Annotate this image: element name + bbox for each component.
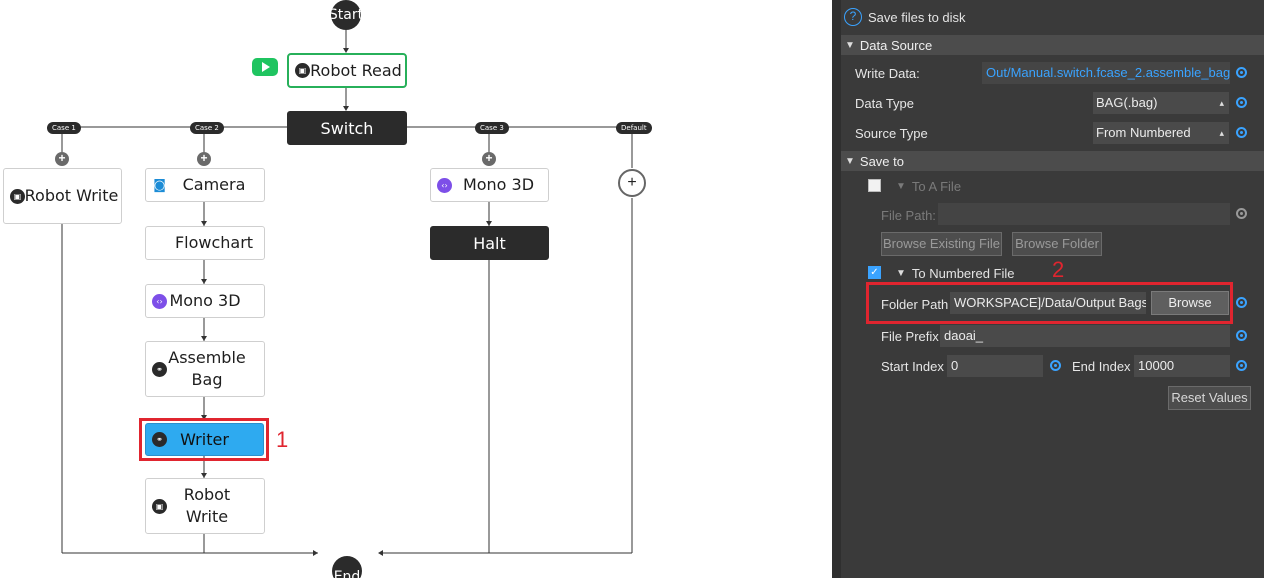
collapse-triangle-icon: ▼ xyxy=(896,181,906,192)
save-to-section-header[interactable]: ▼ Save to xyxy=(841,151,1264,171)
bind-target-icon[interactable] xyxy=(1050,360,1061,371)
connector-lines xyxy=(61,30,633,556)
flowchart-label: Flowchart xyxy=(174,233,254,252)
case-2-tag[interactable]: Case 2 xyxy=(190,122,224,134)
data-source-title: Data Source xyxy=(859,37,933,53)
bind-target-icon[interactable] xyxy=(1236,297,1247,308)
to-numbered-file-header[interactable]: ▼ To Numbered File xyxy=(896,266,1015,281)
start-label: Start xyxy=(331,7,361,23)
end-index-input[interactable]: 10000 xyxy=(1134,355,1230,377)
annotation-1: 1 xyxy=(276,427,289,452)
folder-path-label: Folder Path xyxy=(881,297,949,312)
bind-target-icon[interactable] xyxy=(1236,330,1247,341)
to-a-file-header[interactable]: ▼ To A File xyxy=(896,179,961,194)
start-index-label: Start Index xyxy=(881,359,944,374)
end-node[interactable]: End xyxy=(332,556,362,578)
bind-target-icon[interactable] xyxy=(1236,360,1247,371)
collapse-triangle-icon: ▼ xyxy=(845,155,855,167)
panel-title: Save files to disk xyxy=(868,9,966,25)
properties-panel: ? Save files to disk ▼ Data Source Write… xyxy=(832,0,1264,578)
link-icon: ⚭ xyxy=(152,361,167,377)
panel-header: ? Save files to disk xyxy=(844,6,966,28)
browse-existing-file-button[interactable]: Browse Existing File xyxy=(881,232,1002,256)
mono3d-node-case-2[interactable]: ‹› Mono 3D xyxy=(145,284,265,318)
play-icon xyxy=(262,62,270,72)
switch-node[interactable]: Switch xyxy=(287,111,407,145)
file-prefix-input[interactable]: daoai_ xyxy=(940,325,1230,347)
add-node-default[interactable]: + xyxy=(618,169,646,197)
robot-write-node-case-1[interactable]: ▣ Robot Write xyxy=(3,168,122,224)
file-path-label: File Path: xyxy=(881,208,936,223)
add-node-case-3[interactable]: + xyxy=(482,152,496,166)
end-label: End xyxy=(333,569,361,578)
mono3d-node-case-3[interactable]: ‹› Mono 3D xyxy=(430,168,549,202)
data-type-value: BAG(.bag) xyxy=(1096,95,1158,110)
flowchart-canvas[interactable]: Start ▣ Robot Read Switch Case 1 Case 2 … xyxy=(0,0,832,578)
bind-target-icon[interactable] xyxy=(1236,208,1247,219)
write-data-label: Write Data: xyxy=(855,66,920,81)
start-node[interactable]: Start xyxy=(331,0,361,30)
annotation-2: 2 xyxy=(1052,257,1065,282)
add-node-case-1[interactable]: + xyxy=(55,152,69,166)
case-1-tag[interactable]: Case 1 xyxy=(47,122,81,134)
play-button[interactable] xyxy=(252,58,278,76)
to-numbered-file-label: To Numbered File xyxy=(911,266,1015,281)
browse-folder-button[interactable]: Browse Folder xyxy=(1012,232,1102,256)
bind-target-icon[interactable] xyxy=(1236,127,1247,138)
help-icon[interactable]: ? xyxy=(844,8,862,26)
reset-values-button[interactable]: Reset Values xyxy=(1168,386,1251,410)
add-node-case-2[interactable]: + xyxy=(197,152,211,166)
flowchart-node[interactable]: Flowchart xyxy=(145,226,265,260)
default-tag[interactable]: Default xyxy=(616,122,652,134)
collapse-triangle-icon: ▼ xyxy=(845,39,855,51)
source-type-label: Source Type xyxy=(855,126,928,141)
start-index-input[interactable]: 0 xyxy=(947,355,1043,377)
camera-node[interactable]: ◙ Camera xyxy=(145,168,265,202)
to-a-file-label: To A File xyxy=(911,179,962,194)
switch-label: Switch xyxy=(320,118,374,138)
write-data-link[interactable]: Out/Manual.switch.fcase_2.assemble_bag_n xyxy=(982,62,1230,84)
robot-read-node[interactable]: ▣ Robot Read xyxy=(287,53,407,88)
file-prefix-label: File Prefix xyxy=(881,329,939,344)
link-icon: ⚭ xyxy=(152,432,167,447)
halt-label: Halt xyxy=(473,233,506,253)
source-type-select[interactable]: From Numbered ▴ xyxy=(1093,122,1229,144)
robot-icon: ▣ xyxy=(10,188,25,204)
data-type-select[interactable]: BAG(.bag) ▴ xyxy=(1093,92,1229,114)
code-icon: ‹› xyxy=(437,177,452,193)
panel-splitter[interactable] xyxy=(832,0,841,578)
assemble-bag-node[interactable]: ⚭ Assemble Bag xyxy=(145,341,265,397)
data-source-section-header[interactable]: ▼ Data Source xyxy=(841,35,1264,55)
source-type-value: From Numbered xyxy=(1096,125,1191,140)
halt-node[interactable]: Halt xyxy=(430,226,549,260)
file-path-input[interactable] xyxy=(938,203,1230,225)
to-a-file-checkbox[interactable] xyxy=(868,179,881,192)
bind-target-icon[interactable] xyxy=(1236,67,1247,78)
case-3-tag[interactable]: Case 3 xyxy=(475,122,509,134)
folder-path-input[interactable]: WORKSPACE]/Data/Output Bags xyxy=(950,292,1146,314)
to-numbered-file-checkbox[interactable]: ✓ xyxy=(868,266,881,279)
code-icon: ‹› xyxy=(152,293,167,309)
camera-icon: ◙ xyxy=(152,177,167,193)
bind-target-icon[interactable] xyxy=(1236,97,1247,108)
save-to-title: Save to xyxy=(859,153,904,169)
robot-icon: ▣ xyxy=(295,63,310,78)
end-index-label: End Index xyxy=(1072,359,1131,374)
collapse-triangle-icon: ▼ xyxy=(896,268,906,279)
writer-node[interactable]: ⚭ Writer xyxy=(145,423,264,456)
robot-icon: ▣ xyxy=(152,498,167,514)
data-type-label: Data Type xyxy=(855,96,915,111)
updown-arrow-icon: ▴ xyxy=(1219,128,1224,138)
updown-arrow-icon: ▴ xyxy=(1219,98,1224,108)
robot-write-node-case-2[interactable]: ▣ Robot Write xyxy=(145,478,265,534)
browse-button[interactable]: Browse xyxy=(1151,291,1229,315)
